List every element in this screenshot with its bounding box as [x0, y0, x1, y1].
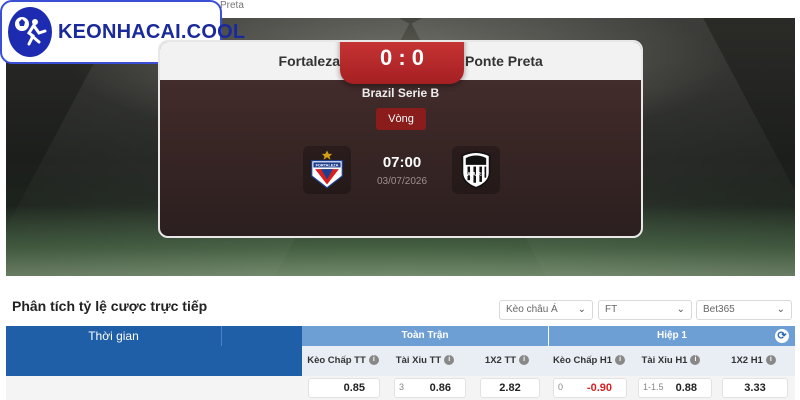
- info-icon: i: [765, 355, 776, 366]
- odd-1x2-tt[interactable]: 2.82: [480, 378, 540, 398]
- info-icon: i: [444, 355, 455, 366]
- odd-tai-xiu-h1[interactable]: 1-1.5 0.88: [638, 378, 712, 398]
- time-column-header: Thời gian: [6, 326, 221, 346]
- home-team-crest[interactable]: FORTALEZA: [303, 146, 351, 194]
- odd-tai-xiu-tt[interactable]: 3 0.86: [394, 378, 466, 398]
- odd-value: 2.82: [499, 382, 521, 394]
- match-card: Fortaleza Ponte Preta 0 : 0 Brazil Serie…: [158, 40, 643, 238]
- col-keo-chap-h1: Kèo Chấp H1 i: [548, 346, 630, 376]
- away-team-name[interactable]: Ponte Preta: [465, 42, 641, 80]
- info-icon: i: [615, 355, 626, 366]
- league-name[interactable]: Brazil Serie B: [160, 86, 641, 100]
- odd-value: 0.88: [675, 382, 697, 394]
- odd-keo-chap-h1[interactable]: 0 -0.90: [553, 378, 627, 398]
- home-team-name[interactable]: Fortaleza: [160, 42, 340, 80]
- ponte-preta-crest-icon: A.A.P.P: [461, 151, 491, 189]
- full-match-header: Toàn Trận: [302, 326, 548, 346]
- bookmaker-select[interactable]: Bet365 ⌄: [696, 300, 792, 320]
- chevron-down-icon: ⌄: [577, 304, 586, 315]
- odd-value: 0.85: [343, 382, 365, 394]
- away-team-crest[interactable]: A.A.P.P: [452, 146, 500, 194]
- col-tai-xiu-tt: Tài Xỉu TT i: [384, 346, 466, 376]
- breadcrumb-tail[interactable]: Preta: [220, 0, 244, 11]
- col-keo-chap-tt: Kèo Chấp TT i: [302, 346, 384, 376]
- time-column-subheader: [6, 346, 302, 376]
- time-cell: [6, 376, 302, 400]
- odd-value: 0.86: [429, 382, 451, 394]
- col-tai-xiu-h1: Tài Xỉu H1 i: [630, 346, 712, 376]
- bookmaker-value: Bet365: [703, 304, 735, 315]
- odds-panel-title: Phân tích tỷ lệ cược trực tiếp: [12, 298, 208, 314]
- col-1x2-tt: 1X2 TT i: [466, 346, 548, 376]
- time-column-header-extra: [221, 326, 302, 346]
- info-icon: i: [690, 355, 701, 366]
- info-icon: i: [368, 355, 379, 366]
- away-crest-text: A.A.P.P: [467, 172, 485, 178]
- odds-type-select[interactable]: Kèo châu Á ⌄: [499, 300, 593, 320]
- match-score: 0 : 0: [340, 42, 464, 84]
- odd-keo-chap-tt[interactable]: 0.85: [308, 378, 380, 398]
- home-crest-text: FORTALEZA: [316, 164, 339, 168]
- refresh-icon[interactable]: ⟳: [775, 329, 789, 343]
- chevron-down-icon: ⌄: [676, 304, 685, 315]
- soccer-player-icon: [8, 7, 52, 57]
- odd-1x2-h1[interactable]: 3.33: [722, 378, 788, 398]
- page: Preta KEONHACAI.COOL Fortaleza Ponte Pre…: [0, 0, 800, 400]
- round-badge: Vòng: [376, 108, 426, 130]
- col-1x2-h1: 1X2 H1 i: [712, 346, 795, 376]
- period-value: FT: [605, 304, 618, 315]
- kickoff-time: 07:00: [382, 154, 422, 171]
- odd-value-negative: -0.90: [586, 382, 612, 394]
- odd-value: 3.33: [744, 382, 766, 394]
- kickoff-date: 03/07/2026: [376, 176, 428, 187]
- fortaleza-crest-icon: FORTALEZA: [311, 150, 343, 189]
- info-icon: i: [519, 355, 530, 366]
- period-select[interactable]: FT ⌄: [598, 300, 692, 320]
- half1-header: Hiệp 1: [548, 326, 795, 346]
- odds-type-value: Kèo châu Á: [506, 304, 558, 315]
- chevron-down-icon: ⌄: [776, 304, 785, 315]
